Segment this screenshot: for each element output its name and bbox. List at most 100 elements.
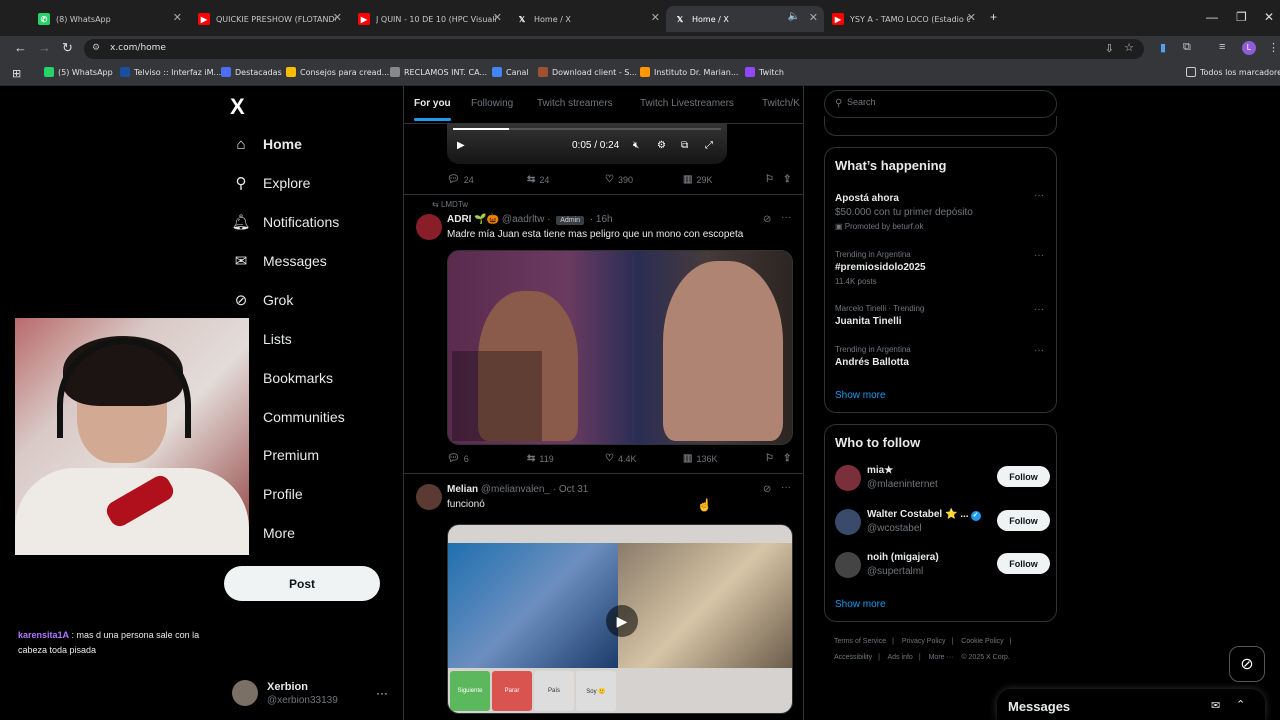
bookmark-button[interactable]: ⚐ [765, 453, 778, 464]
footer-link[interactable]: Terms of Service [834, 638, 886, 645]
author-handle[interactable]: @aadrltw [502, 214, 544, 225]
mute-icon[interactable]: 🔇︎ [633, 140, 639, 151]
post-image[interactable] [447, 250, 793, 445]
more-dots-icon[interactable]: ··· [1034, 345, 1044, 356]
avatar[interactable] [416, 484, 442, 510]
nav-home[interactable]: ⌂ Home [232, 133, 301, 155]
tab-twitch-livestreamers[interactable]: Twitch Livestreamers [640, 98, 734, 109]
grok-icon[interactable]: ⊘ [763, 484, 771, 495]
all-bookmarks-folder[interactable]: Todos los marcadores [1186, 67, 1280, 77]
profile-avatar[interactable]: L [1242, 41, 1256, 55]
search-input[interactable] [847, 97, 1047, 107]
avatar[interactable] [416, 214, 442, 240]
menu-dots-icon[interactable]: ⋮ [1268, 41, 1279, 54]
x-logo[interactable]: X [230, 94, 245, 120]
speaker-icon[interactable]: 🔈 [788, 11, 800, 22]
like-button[interactable]: ♡ 4.4K [605, 453, 636, 464]
site-info-icon[interactable]: ⚙ [92, 43, 100, 53]
tab-for-you[interactable]: For you [414, 98, 451, 121]
bookmark-item[interactable]: Download client - S... [538, 67, 637, 77]
window-close-icon[interactable]: ✕ [1264, 10, 1274, 24]
bookmark-item[interactable]: Destacadas [221, 67, 282, 77]
post-video[interactable]: ▶ Siguiente Parar País Soy 🙂 [447, 524, 793, 714]
reply-button[interactable]: 💬︎ 24 [447, 174, 474, 185]
repost-button[interactable]: ⇆ 119 [527, 453, 554, 464]
account-more-icon[interactable]: ··· [376, 686, 388, 700]
puzzle-extensions-icon[interactable]: ⧉ [1183, 41, 1191, 54]
follow-suggestion[interactable]: mia★ @mlaeninternet Follow [835, 463, 1050, 493]
author-name[interactable]: Melian [447, 484, 478, 495]
bookmark-item[interactable]: Canal [492, 67, 529, 77]
play-icon[interactable]: ▶ [457, 140, 465, 151]
views-button[interactable]: ▥ 29K [683, 174, 712, 185]
close-icon[interactable]: ✕ [967, 11, 976, 24]
nav-messages[interactable]: ✉ Messages [232, 250, 327, 272]
close-icon[interactable]: ✕ [809, 11, 818, 24]
trend-item[interactable]: Trending in Argentina Andrés Ballotta ··… [835, 345, 1050, 368]
search-box[interactable]: ⚲ [824, 90, 1057, 118]
trend-item[interactable]: Trending in Argentina #premiosidolo2025 … [835, 250, 1050, 286]
repost-context[interactable]: ⇆ LMDTw [432, 200, 468, 209]
share-button[interactable]: ⇪ [783, 174, 795, 185]
bookmark-item[interactable]: (5) WhatsApp [44, 67, 113, 77]
account-switcher[interactable]: Xerbion @xerbion33139 [232, 680, 338, 706]
footer-link[interactable]: More ··· [929, 654, 954, 661]
grok-float-icon[interactable]: ⊘ [1229, 646, 1265, 682]
bookmark-star-icon[interactable]: ☆ [1124, 41, 1134, 54]
messages-drawer[interactable]: Messages ✉ ⌃ [997, 689, 1265, 720]
tab-whatsapp[interactable]: ✆ (8) WhatsApp ✕ [30, 6, 188, 32]
tab-following[interactable]: Following [471, 98, 513, 109]
nav-explore[interactable]: ⚲ Explore [232, 172, 311, 194]
apps-grid-icon[interactable]: ⊞ [12, 67, 21, 80]
bookmark-item[interactable]: RECLAMOS INT. CA... [390, 67, 487, 77]
extension-icon[interactable]: ▮ [1160, 41, 1166, 54]
play-icon[interactable]: ▶ [606, 605, 638, 637]
close-icon[interactable]: ✕ [493, 11, 502, 24]
install-app-icon[interactable]: ⇩ [1105, 42, 1114, 55]
url-text[interactable]: x.com/home [110, 43, 166, 53]
trend-item[interactable]: Apostá ahora $50.000 con tu primer depós… [835, 190, 1050, 231]
minimize-icon[interactable]: — [1206, 10, 1218, 24]
close-icon[interactable]: ✕ [651, 11, 660, 24]
settings-gear-icon[interactable]: ⚙ [657, 140, 666, 151]
share-button[interactable]: ⇪ [783, 453, 795, 464]
bookmark-item[interactable]: Telviso :: Interfaz iM... [120, 67, 221, 77]
show-more-link[interactable]: Show more [835, 599, 886, 610]
picture-in-picture-icon[interactable]: ⧉ [681, 140, 688, 151]
views-button[interactable]: ▥ 136K [683, 453, 717, 464]
author-name[interactable]: ADRI [447, 214, 471, 225]
post-time[interactable]: · Oct 31 [553, 484, 589, 495]
bookmark-item[interactable]: Consejos para cread... [286, 67, 389, 77]
url-bar[interactable]: ⚙ x.com/home ⇩ ☆ [84, 39, 1144, 59]
tab-youtube-quickie[interactable]: ▶ QUICKIE PRESHOW (FLOTANDO... ✕ [190, 6, 348, 32]
author-handle[interactable]: @melianvalen_ [481, 484, 550, 495]
forward-arrow-icon[interactable]: → [38, 40, 51, 55]
reload-icon[interactable]: ↻ [62, 40, 73, 56]
post-time[interactable]: · 16h [590, 214, 613, 225]
footer-link[interactable]: Privacy Policy [902, 638, 946, 645]
like-button[interactable]: ♡ 390 [605, 174, 633, 185]
nav-grok[interactable]: ⊘ Grok [232, 289, 294, 311]
video-progress-bar[interactable] [453, 128, 721, 130]
tab-youtube-jquin[interactable]: ▶ J QUIN - 10 DE 10 (HPC Visuali... ✕ [350, 6, 508, 32]
footer-link[interactable]: Accessibility [834, 654, 872, 661]
tab-twitch-streamers[interactable]: Twitch streamers [537, 98, 613, 109]
new-tab-plus-icon[interactable]: + [990, 10, 997, 24]
tab-youtube-ysy[interactable]: ▶ YSY A - TAMO LOCO (Estadio O... ✕ [824, 6, 982, 32]
tab-twitch-k[interactable]: Twitch/K [762, 98, 800, 109]
more-dots-icon[interactable]: ··· [781, 212, 791, 223]
grok-icon[interactable]: ⊘ [763, 214, 771, 225]
footer-link[interactable]: Cookie Policy [961, 638, 1003, 645]
reply-button[interactable]: 💬︎ 6 [447, 453, 469, 464]
close-icon[interactable]: ✕ [173, 11, 182, 24]
follow-suggestion[interactable]: noih (migajera) @supertalml Follow [835, 550, 1050, 580]
follow-suggestion[interactable]: Walter Costabel ⭐ ... ✓ @wcostabel Follow [835, 507, 1050, 537]
tab-x-home-active[interactable]: 𝕏 Home / X 🔈 ✕ [666, 6, 824, 32]
follow-button[interactable]: Follow [997, 553, 1050, 574]
compose-message-icon[interactable]: ✉ [1211, 699, 1220, 712]
trend-item[interactable]: Marcelo Tinelli · Trending Juanita Tinel… [835, 304, 1050, 327]
more-dots-icon[interactable]: ··· [1034, 304, 1044, 315]
follow-button[interactable]: Follow [997, 510, 1050, 531]
bookmark-item[interactable]: Instituto Dr. Marian... [640, 67, 738, 77]
bookmark-item[interactable]: Twitch [745, 67, 784, 77]
